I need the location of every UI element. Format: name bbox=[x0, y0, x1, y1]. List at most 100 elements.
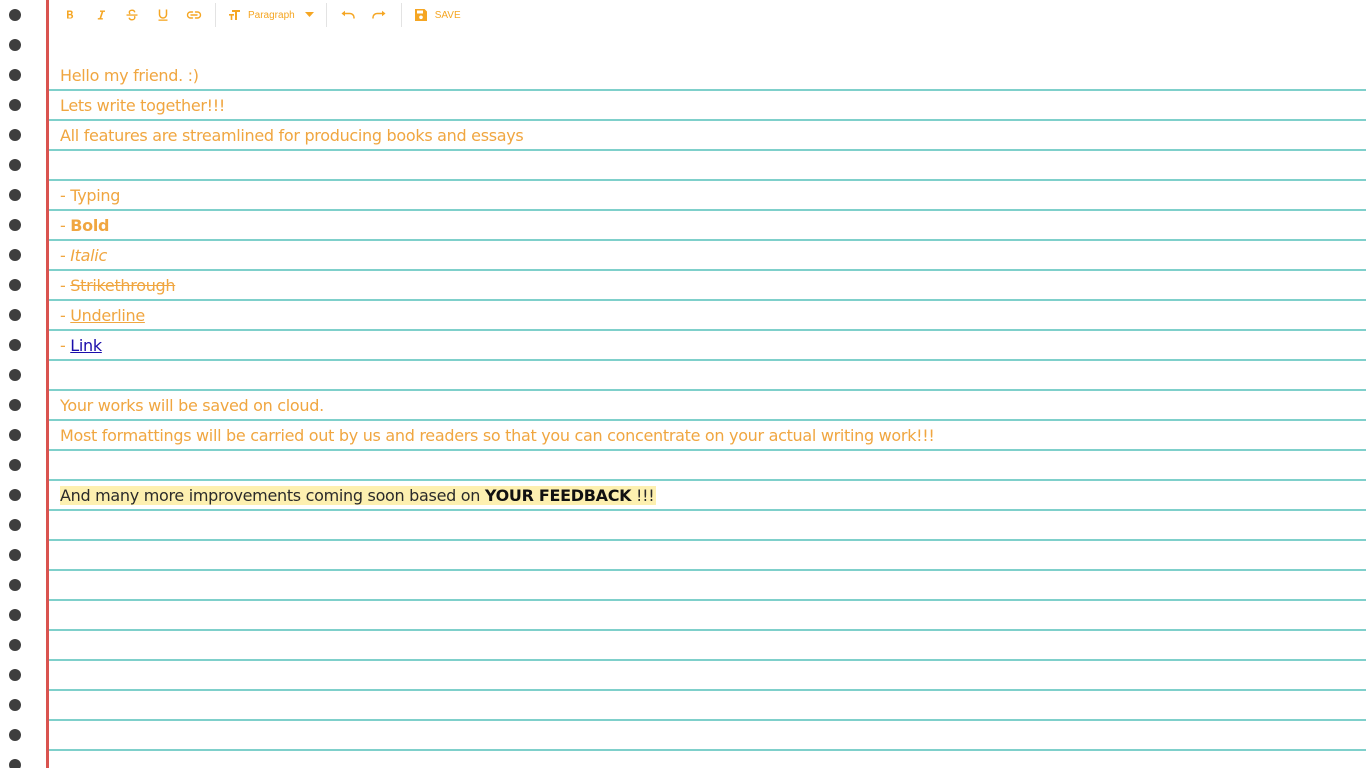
binder-hole bbox=[9, 429, 21, 441]
text-line: Most formattings will be carried out by … bbox=[60, 421, 935, 451]
italic-button[interactable] bbox=[85, 0, 116, 30]
bullet-dash: - bbox=[60, 336, 71, 355]
redo-icon bbox=[372, 10, 386, 19]
ruled-line bbox=[49, 599, 1366, 601]
ruled-line bbox=[49, 329, 1366, 331]
ruled-line bbox=[49, 569, 1366, 571]
paragraph-select[interactable]: Paragraph bbox=[222, 0, 320, 30]
save-icon bbox=[414, 9, 427, 21]
toolbar-separator bbox=[400, 3, 402, 27]
text-line: - Bold bbox=[60, 211, 110, 241]
ruled-line bbox=[49, 629, 1366, 631]
text-line: Lets write together!!! bbox=[60, 91, 225, 121]
binder-hole bbox=[9, 489, 21, 501]
binder-hole bbox=[9, 219, 21, 231]
text-span: All features are streamlined for produci… bbox=[60, 126, 524, 145]
link-icon bbox=[186, 11, 201, 19]
bullet-dash: - bbox=[60, 306, 71, 325]
binder-hole bbox=[9, 309, 21, 321]
underline-icon bbox=[158, 9, 167, 21]
bold-text: Bold bbox=[70, 216, 110, 235]
underline-button[interactable] bbox=[147, 0, 178, 30]
text-line: - Italic bbox=[60, 241, 107, 271]
binder-hole bbox=[9, 639, 21, 651]
binder-hole bbox=[9, 579, 21, 591]
binder-hole bbox=[9, 669, 21, 681]
ruled-line bbox=[49, 749, 1366, 751]
ruled-line bbox=[49, 719, 1366, 721]
binder-hole bbox=[9, 459, 21, 471]
text-line: All features are streamlined for produci… bbox=[60, 121, 524, 151]
text-line: - Strikethrough bbox=[60, 271, 176, 301]
editor-toolbar: Paragraph SAVE bbox=[54, 0, 467, 30]
feedback-text: YOUR FEEDBACK bbox=[484, 486, 632, 505]
ruled-line bbox=[49, 179, 1366, 181]
binder-hole bbox=[9, 759, 21, 768]
binder-hole bbox=[9, 519, 21, 531]
binder-hole bbox=[9, 9, 21, 21]
redo-button[interactable] bbox=[364, 0, 395, 30]
save-button[interactable]: SAVE bbox=[408, 0, 467, 30]
text-span: Most formattings will be carried out by … bbox=[60, 426, 935, 445]
ruled-lines bbox=[49, 0, 1366, 768]
strikethrough-text: Strikethrough bbox=[70, 276, 176, 295]
undo-icon bbox=[341, 10, 355, 19]
binder-hole bbox=[9, 99, 21, 111]
bullet-dash: - bbox=[60, 276, 71, 295]
bold-icon bbox=[66, 10, 73, 19]
text-span: Hello my friend. :) bbox=[60, 66, 199, 85]
binder-holes bbox=[0, 0, 30, 768]
text-span: Typing bbox=[70, 186, 121, 205]
toolbar-separator bbox=[325, 3, 327, 27]
italic-icon bbox=[97, 10, 105, 20]
bold-button[interactable] bbox=[54, 0, 85, 30]
binder-hole bbox=[9, 249, 21, 261]
binder-hole bbox=[9, 189, 21, 201]
ruled-line bbox=[49, 359, 1366, 361]
save-label: SAVE bbox=[434, 9, 461, 21]
ruled-line bbox=[49, 209, 1366, 211]
binder-hole bbox=[9, 129, 21, 141]
notebook-page: Paragraph SAVE Hello my friend.:) Lets … bbox=[0, 0, 1366, 768]
strikethrough-icon bbox=[126, 9, 137, 21]
link-text[interactable]: Link bbox=[70, 336, 102, 355]
binder-hole bbox=[9, 369, 21, 381]
text-line: And many more improvements coming soon b… bbox=[60, 481, 657, 511]
strikethrough-button[interactable] bbox=[116, 0, 147, 30]
italic-text: Italic bbox=[70, 246, 107, 265]
ruled-line bbox=[49, 689, 1366, 691]
binder-hole bbox=[9, 69, 21, 81]
bullet-dash: - bbox=[60, 246, 71, 265]
text-span: !!! bbox=[631, 486, 655, 505]
bullet-dash: - bbox=[60, 216, 71, 235]
text-line: - Underline bbox=[60, 301, 145, 331]
binder-hole bbox=[9, 699, 21, 711]
bullet-dash: - bbox=[60, 186, 71, 205]
binder-hole bbox=[9, 39, 21, 51]
toolbar-separator bbox=[215, 3, 216, 27]
highlighted-text: And many more improvements coming soon b… bbox=[60, 486, 657, 505]
text-span: And many more improvements coming soon b… bbox=[60, 486, 485, 505]
text-span: Your works will be saved on cloud. bbox=[60, 396, 324, 415]
text-line: - Typing bbox=[60, 181, 120, 211]
undo-button[interactable] bbox=[333, 0, 364, 30]
binder-hole bbox=[9, 729, 21, 741]
ruled-line bbox=[49, 239, 1366, 241]
binder-hole bbox=[9, 339, 21, 351]
paragraph-label: Paragraph bbox=[248, 9, 295, 21]
ruled-line bbox=[49, 539, 1366, 541]
link-button[interactable] bbox=[178, 0, 209, 30]
text-size-icon bbox=[229, 10, 240, 20]
binder-hole bbox=[9, 159, 21, 171]
binder-hole bbox=[9, 549, 21, 561]
binder-hole bbox=[9, 609, 21, 621]
binder-hole bbox=[9, 399, 21, 411]
text-line: - Link bbox=[60, 331, 102, 361]
text-line: Hello my friend. :) bbox=[60, 61, 199, 91]
text-span: Lets write together!!! bbox=[60, 96, 226, 115]
ruled-line bbox=[49, 299, 1366, 301]
chevron-down-icon bbox=[304, 12, 314, 17]
binder-hole bbox=[9, 279, 21, 291]
text-line: Your works will be saved on cloud. bbox=[60, 391, 324, 421]
underline-text: Underline bbox=[70, 306, 145, 325]
